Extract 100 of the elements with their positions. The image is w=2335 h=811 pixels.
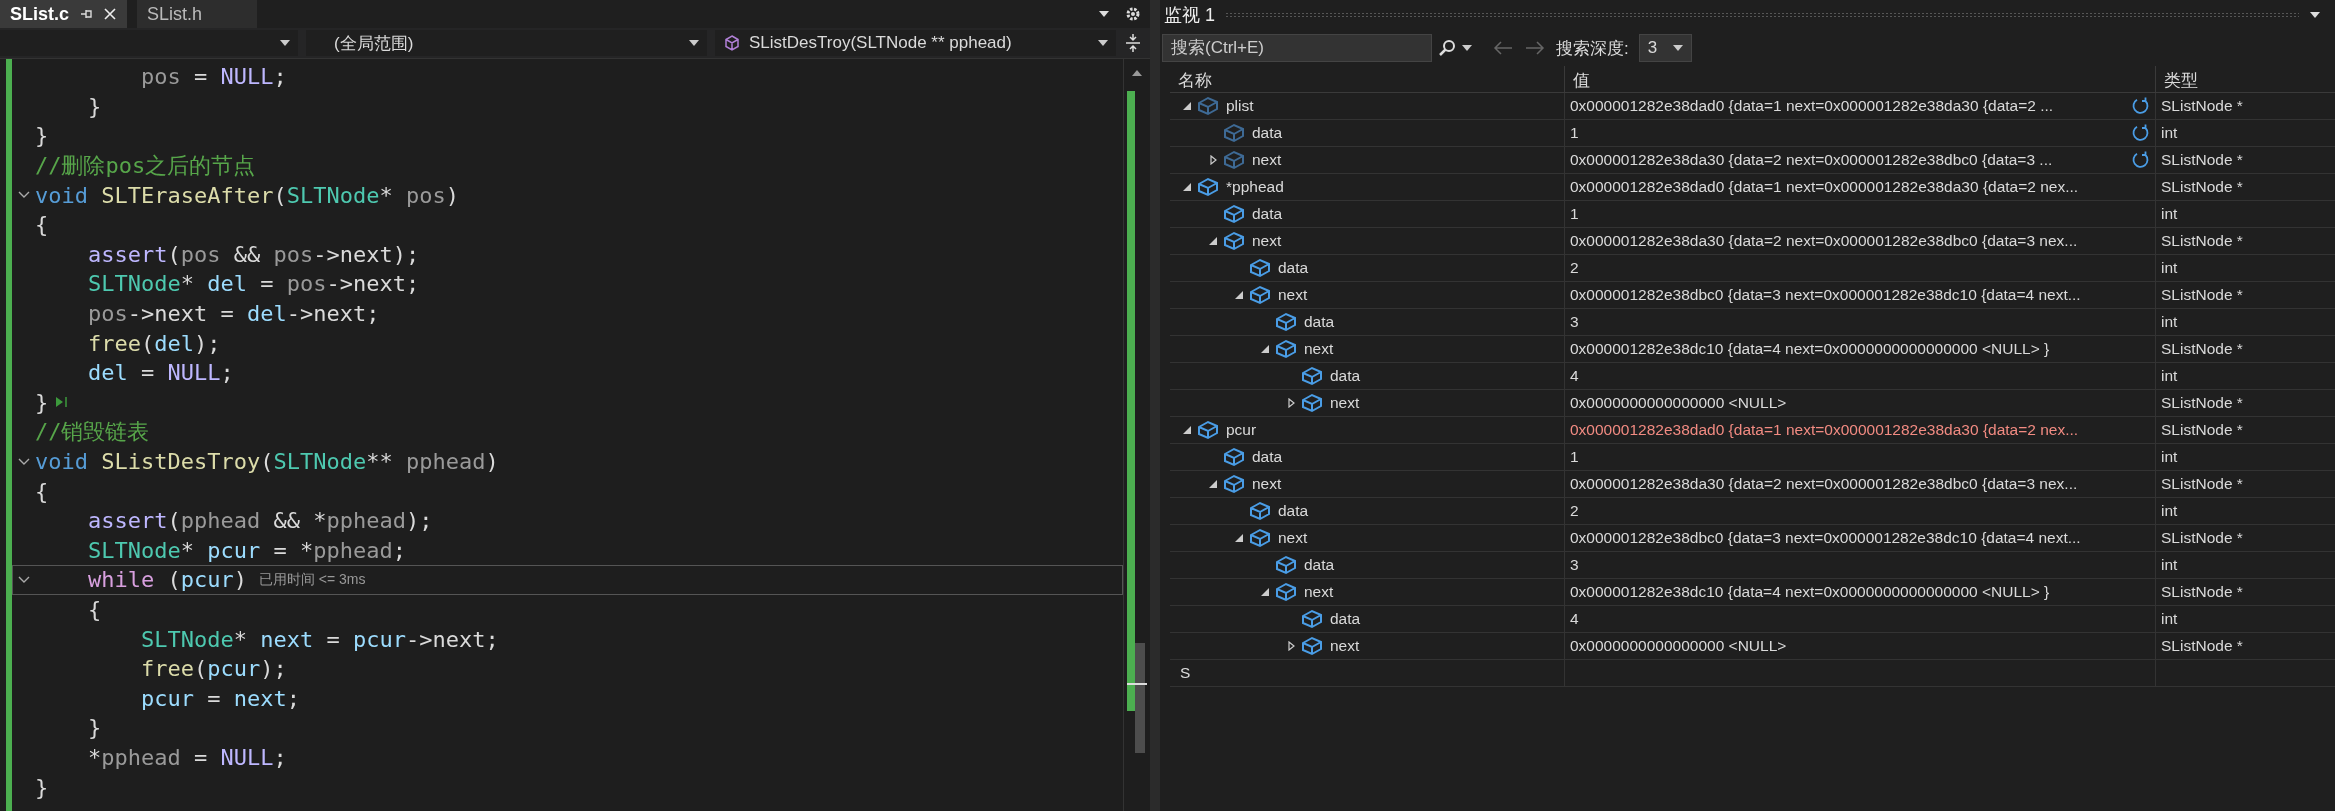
scroll-up-icon[interactable] bbox=[1131, 69, 1143, 77]
code-line: pcur = next; bbox=[139, 685, 300, 711]
fold-chevron-icon[interactable] bbox=[18, 575, 30, 584]
variable-type: int bbox=[2160, 204, 2179, 224]
variable-type: SListNode * bbox=[2160, 474, 2244, 494]
variable-name: data bbox=[1278, 502, 1309, 520]
dropdown-caret-icon[interactable] bbox=[1098, 10, 1110, 18]
cube-icon bbox=[723, 34, 741, 52]
code-line: } bbox=[35, 123, 49, 149]
code-line: { bbox=[35, 478, 49, 504]
expanded-triangle-icon[interactable] bbox=[1260, 587, 1270, 597]
refresh-icon[interactable] bbox=[2131, 123, 2151, 143]
forward-arrow-icon[interactable] bbox=[1524, 40, 1546, 56]
variable-value: 0x000001282e38dc10 {data=4 next=0x0000000000000000 <NULL> } bbox=[1570, 583, 2051, 601]
expanded-triangle-icon[interactable] bbox=[1234, 533, 1244, 543]
variable-name: data bbox=[1304, 313, 1335, 331]
variable-value: 0x000001282e38dad0 {data=1 next=0x000001282e38da30 {data=2 ... bbox=[1570, 97, 2055, 115]
new-watch-field[interactable]: S bbox=[1178, 663, 1564, 683]
search-depth-dropdown[interactable]: 3 bbox=[1638, 34, 1693, 62]
dropdown-caret-icon[interactable] bbox=[2309, 11, 2321, 19]
collapsed-triangle-icon[interactable] bbox=[1286, 398, 1296, 408]
code-line: } bbox=[35, 389, 49, 415]
variable-type: SListNode * bbox=[2160, 636, 2244, 656]
search-icon[interactable] bbox=[1438, 39, 1456, 57]
variable-name: *pphead bbox=[1226, 178, 1284, 196]
variable-value: 1 bbox=[1570, 448, 1580, 466]
variable-type: int bbox=[2160, 312, 2179, 332]
variable-type: SListNode * bbox=[2160, 177, 2244, 197]
variable-name: data bbox=[1252, 205, 1283, 223]
fold-chevron-icon[interactable] bbox=[18, 457, 30, 466]
code-line: pos->next = del->next; bbox=[86, 301, 380, 327]
file-tab[interactable]: SList.c bbox=[0, 0, 128, 28]
scope-dropdown[interactable]: SListDesTroy(SLTNode ** pphead) bbox=[715, 30, 1116, 56]
settings-icon[interactable] bbox=[1124, 5, 1142, 23]
variable-type: SListNode * bbox=[2160, 420, 2244, 440]
variable-value: 0x000001282e38da30 {data=2 next=0x000001282e38dbc0 {data=3 nex... bbox=[1570, 475, 2079, 493]
expanded-triangle-icon[interactable] bbox=[1208, 479, 1218, 489]
column-header[interactable]: 值 bbox=[1565, 66, 2156, 92]
caret-icon bbox=[1673, 45, 1684, 51]
variable-type: int bbox=[2160, 258, 2179, 278]
variable-type: int bbox=[2160, 123, 2179, 143]
caret-icon[interactable] bbox=[1462, 45, 1472, 51]
collapsed-triangle-icon[interactable] bbox=[1286, 641, 1296, 651]
file-tab[interactable]: SList.h bbox=[137, 0, 258, 28]
variable-value: 0x000001282e38da30 {data=2 next=0x000001282e38dbc0 {data=3 ... bbox=[1570, 151, 2054, 169]
variable-name: next bbox=[1330, 394, 1360, 412]
code-line: del = NULL; bbox=[86, 360, 234, 386]
variable-value: 1 bbox=[1570, 124, 1580, 142]
expanded-triangle-icon[interactable] bbox=[1208, 236, 1218, 246]
variable-name: next bbox=[1304, 583, 1334, 601]
variable-name: data bbox=[1330, 610, 1361, 628]
variable-value: 0x000001282e38dad0 {data=1 next=0x000001282e38da30 {data=2 nex... bbox=[1570, 178, 2080, 196]
fold-chevron-icon[interactable] bbox=[18, 191, 30, 200]
variable-value: 4 bbox=[1570, 367, 1580, 385]
expanded-triangle-icon[interactable] bbox=[1234, 290, 1244, 300]
expanded-triangle-icon[interactable] bbox=[1182, 182, 1192, 192]
expanded-triangle-icon[interactable] bbox=[1182, 101, 1192, 111]
caret-icon bbox=[1098, 40, 1108, 46]
code-line: SLTNode* pcur = *pphead; bbox=[86, 537, 406, 563]
variable-name: data bbox=[1252, 124, 1283, 142]
variable-name: next bbox=[1252, 475, 1282, 493]
variable-type: SListNode * bbox=[2160, 285, 2244, 305]
code-line: SLTNode* next = pcur->next; bbox=[139, 626, 499, 652]
split-icon[interactable] bbox=[1124, 33, 1142, 53]
caret-icon bbox=[280, 40, 290, 46]
variable-type: SListNode * bbox=[2160, 150, 2244, 170]
scope-dropdown[interactable]: (全局范围) bbox=[306, 30, 707, 56]
expanded-triangle-icon[interactable] bbox=[1182, 425, 1192, 435]
variable-value: 0x000001282e38dc10 {data=4 next=0x0000000000000000 <NULL> } bbox=[1570, 340, 2051, 358]
code-line: } bbox=[35, 774, 49, 800]
collapsed-triangle-icon[interactable] bbox=[1208, 155, 1218, 165]
elapsed-time-hint: 已用时间 <= 3ms bbox=[258, 570, 366, 589]
variable-name: pcur bbox=[1226, 421, 1257, 439]
code-line: while (pcur) bbox=[86, 567, 247, 593]
expanded-triangle-icon[interactable] bbox=[1260, 344, 1270, 354]
panel-title: 监视 1 bbox=[1164, 4, 1215, 27]
back-arrow-icon[interactable] bbox=[1492, 40, 1514, 56]
variable-name: data bbox=[1330, 367, 1361, 385]
variable-type: int bbox=[2160, 366, 2179, 386]
variable-type: SListNode * bbox=[2160, 96, 2244, 116]
scrollbar[interactable] bbox=[1123, 59, 1150, 811]
variable-type: SListNode * bbox=[2160, 339, 2244, 359]
scroll-thumb[interactable] bbox=[1135, 643, 1145, 753]
column-header[interactable]: 名称 bbox=[1170, 66, 1565, 92]
search-field[interactable]: 搜索(Ctrl+E) bbox=[1162, 34, 1432, 62]
refresh-icon[interactable] bbox=[2131, 96, 2151, 116]
pin-icon[interactable] bbox=[79, 7, 94, 21]
variable-type: SListNode * bbox=[2160, 528, 2244, 548]
variable-name: next bbox=[1278, 529, 1308, 547]
close-icon[interactable] bbox=[103, 7, 118, 21]
variable-value: 2 bbox=[1570, 502, 1580, 520]
refresh-icon[interactable] bbox=[2131, 150, 2151, 170]
code-line: //删除pos之后的节点 bbox=[35, 151, 256, 180]
column-header[interactable]: 类型 bbox=[2156, 66, 2335, 92]
variable-name: next bbox=[1252, 151, 1282, 169]
variable-name: data bbox=[1252, 448, 1283, 466]
code-line: //销毁链表 bbox=[35, 417, 150, 446]
variable-type: int bbox=[2160, 501, 2179, 521]
variable-type: int bbox=[2160, 555, 2179, 575]
variable-value: 1 bbox=[1570, 205, 1580, 223]
